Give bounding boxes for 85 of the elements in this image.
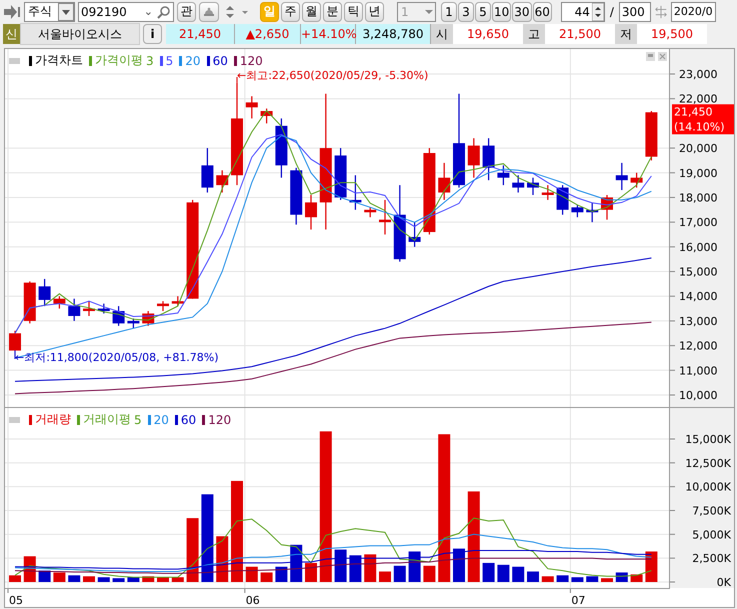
axis-label: 5,000K bbox=[692, 528, 731, 542]
period-tab[interactable]: 주 bbox=[281, 2, 300, 22]
change-cell: ▲2,650 bbox=[235, 24, 301, 44]
legend-label: 60 bbox=[212, 54, 228, 68]
code-menu-button[interactable]: ⌄ bbox=[144, 5, 153, 18]
legend-swatch bbox=[29, 56, 32, 66]
interval-button[interactable]: 30 bbox=[512, 2, 532, 22]
period-tab[interactable]: 월 bbox=[302, 2, 321, 22]
arrow-icon[interactable] bbox=[3, 4, 21, 20]
bell-button[interactable] bbox=[199, 2, 219, 22]
close-icon[interactable] bbox=[658, 52, 667, 61]
date-field[interactable]: 2020/0 bbox=[670, 2, 716, 22]
current-price: 21,450 bbox=[674, 105, 712, 118]
axis-label: 19,000 bbox=[679, 166, 718, 180]
legend-label: 5 bbox=[166, 54, 174, 68]
legend-label: 가격이평 bbox=[95, 52, 143, 69]
legend-label: 20 bbox=[154, 412, 169, 426]
search-icon[interactable] bbox=[157, 4, 171, 18]
minimize-icon[interactable] bbox=[646, 52, 655, 61]
axis-label: 11,000 bbox=[679, 364, 718, 378]
stat-value: 19,650 bbox=[453, 24, 523, 44]
date-label: 05 bbox=[9, 594, 23, 607]
axis-label: 16,000 bbox=[679, 240, 718, 254]
market-dropdown[interactable]: 주식 bbox=[24, 2, 75, 22]
axis-label: 17,000 bbox=[679, 216, 718, 230]
bell-icon bbox=[202, 4, 216, 18]
axis-label: 0K bbox=[716, 576, 731, 589]
interval-button[interactable]: 3 bbox=[458, 2, 474, 22]
low-price-note: ←최저:11,800(2020/05/08, +81.78%) bbox=[15, 351, 219, 364]
total-field[interactable]: 300 bbox=[618, 2, 651, 22]
stock-code-field[interactable]: 092190 ⌄ bbox=[78, 2, 174, 22]
info-button[interactable]: i bbox=[143, 24, 162, 44]
interval-button[interactable]: 60 bbox=[532, 2, 552, 22]
axis-label: 15,000 bbox=[679, 266, 718, 279]
new-listing-badge: 신 bbox=[3, 24, 20, 44]
leader-line bbox=[14, 350, 16, 360]
legend-label: 3 bbox=[146, 54, 154, 68]
stat-label: 고 bbox=[523, 24, 545, 44]
axis-label: 18,000 bbox=[679, 191, 718, 204]
change-percent-cell: +14.10% bbox=[301, 24, 356, 44]
axis-label: 2,500K bbox=[692, 552, 731, 566]
stat-value: 19,500 bbox=[637, 24, 707, 44]
axis-label: 10,000 bbox=[679, 389, 718, 402]
legend-label: 120 bbox=[208, 412, 232, 426]
legend-label: 5 bbox=[134, 412, 142, 426]
legend-label: 거래이평 bbox=[83, 411, 131, 428]
current-price-tag bbox=[672, 104, 734, 134]
axis-label: 22,000 bbox=[679, 92, 718, 106]
price-cell: 21,450 bbox=[166, 24, 235, 44]
period-tab[interactable]: 분 bbox=[323, 2, 342, 22]
date-label: 06 bbox=[246, 594, 260, 607]
current-change-percent: (14.10%) bbox=[674, 120, 725, 134]
spinner-icon[interactable] bbox=[592, 2, 604, 20]
date-label: 07 bbox=[571, 594, 586, 607]
axis-label: 13,000 bbox=[679, 314, 718, 328]
axis-label: 12,500K bbox=[685, 456, 731, 470]
axis-label: 15,000K bbox=[685, 432, 731, 446]
axis-label: 20,000 bbox=[679, 142, 718, 156]
stat-label: 시 bbox=[431, 24, 453, 44]
period-tab[interactable]: 년 bbox=[365, 2, 384, 22]
high-price-note: ←최고:22,650(2020/05/29, -5.30%) bbox=[237, 69, 428, 82]
leader-line bbox=[236, 76, 238, 84]
axis-label: 7,500K bbox=[692, 504, 731, 518]
axis-label: 10,000K bbox=[685, 480, 731, 494]
watch-button[interactable]: 관 bbox=[177, 2, 196, 22]
legend-label: 60 bbox=[180, 412, 196, 426]
interval-button[interactable]: 10 bbox=[492, 2, 512, 22]
separator-text: / bbox=[610, 4, 614, 18]
interval-button[interactable]: 5 bbox=[475, 2, 491, 22]
axis-label: 12,000 bbox=[679, 340, 718, 353]
legend-label: 20 bbox=[185, 54, 201, 68]
stat-value: 21,500 bbox=[545, 24, 615, 44]
period-tab[interactable]: 틱 bbox=[344, 2, 363, 22]
volume-cell: 3,248,780 bbox=[356, 24, 431, 44]
legend-label: 120 bbox=[240, 54, 263, 68]
interval-button[interactable]: 1 bbox=[441, 2, 457, 22]
axis-label: 14,000 bbox=[679, 290, 718, 304]
axis-label: 23,000 bbox=[679, 68, 718, 81]
stock-name-field[interactable]: 서울바이오시스 bbox=[20, 23, 140, 45]
legend-label: 가격차트 bbox=[35, 52, 83, 69]
legend-label: 거래량 bbox=[35, 411, 71, 428]
count-field[interactable]: 44 bbox=[560, 2, 605, 22]
dropdown-caret-icon bbox=[58, 2, 74, 20]
stat-label: 저 bbox=[615, 24, 637, 44]
zoom-arrows-icon[interactable] bbox=[654, 4, 668, 20]
